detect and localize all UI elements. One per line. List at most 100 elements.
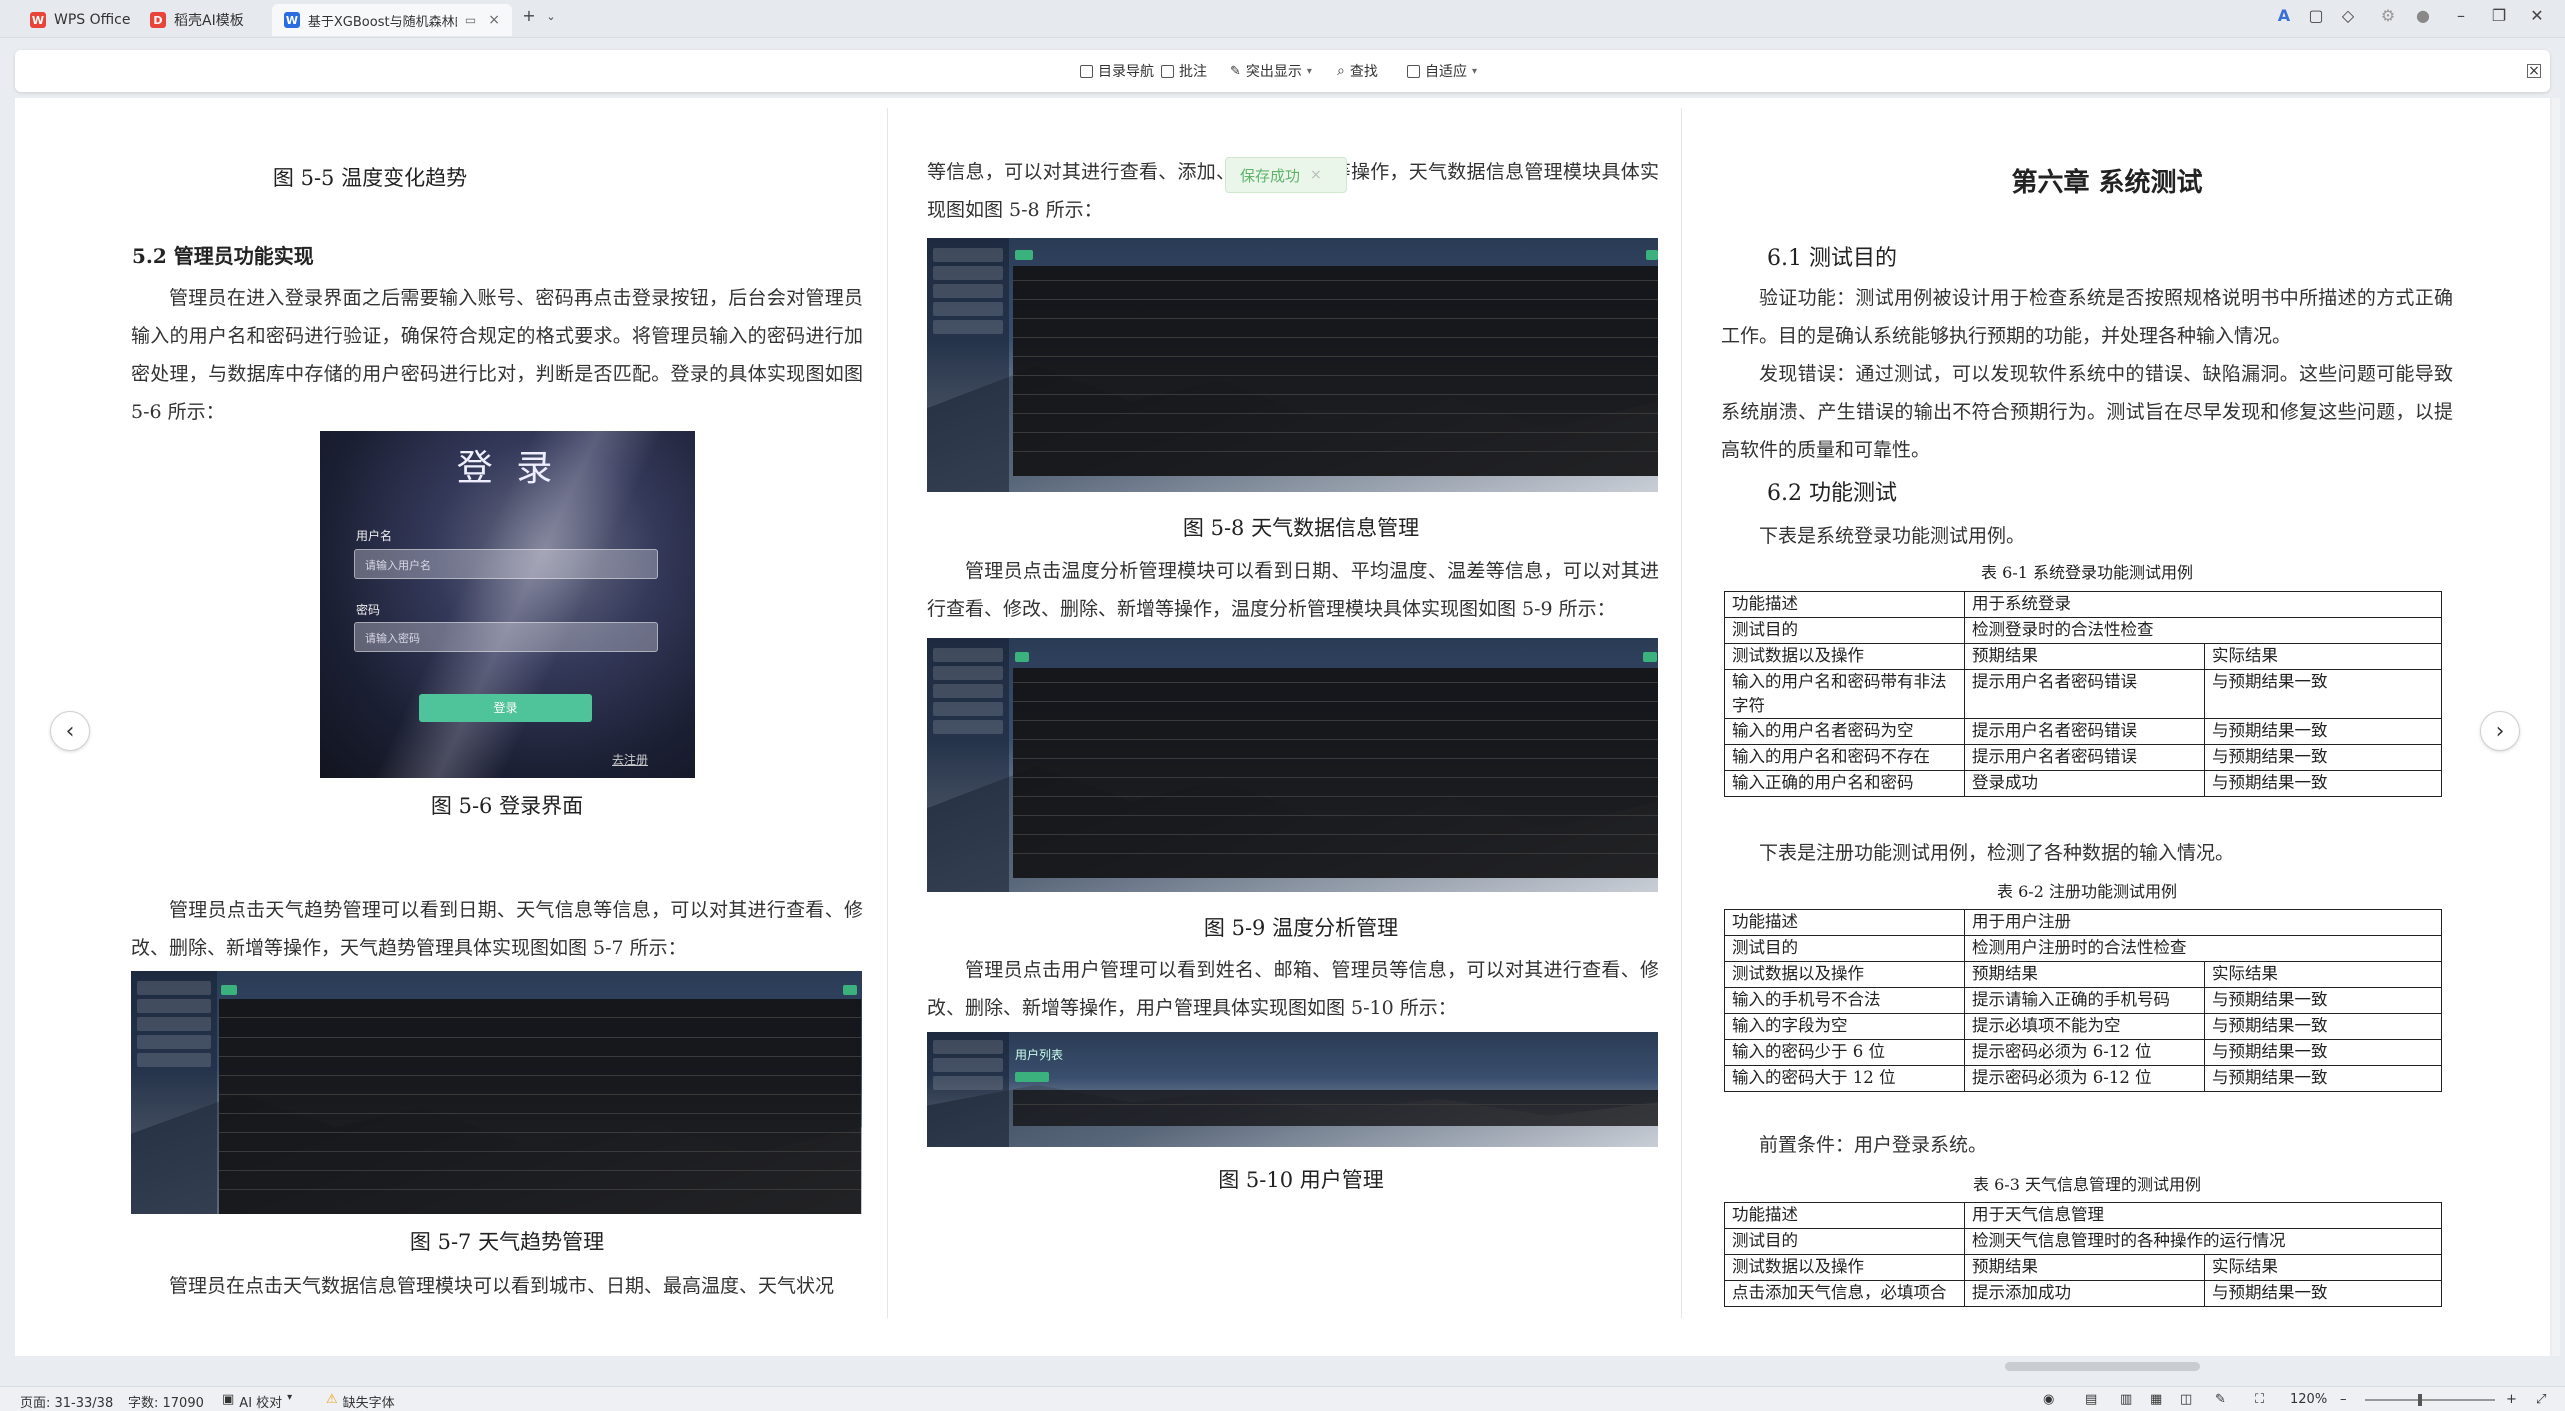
table-cell: 与预期结果一致 — [2204, 770, 2442, 797]
ai-check-button[interactable]: ▣ AI 校对 ▾ — [222, 1392, 292, 1411]
username-input[interactable]: 请输入用户名 — [354, 549, 658, 579]
toast-text: 保存成功 — [1240, 166, 1301, 185]
table-row: 输入的密码大于 12 位提示密码必须为 6-12 位与预期结果一致 — [1724, 1065, 2442, 1092]
table-row: 输入的用户名和密码带有非法字符 提示用户名者密码错误 与预期结果一致 — [1724, 669, 2442, 719]
expand-icon[interactable]: ⤢ — [2536, 1392, 2546, 1407]
page-indicator[interactable]: 页面: 31-33/38 — [20, 1392, 113, 1411]
zoom-slider-handle[interactable] — [2418, 1394, 2422, 1406]
tab-current-document[interactable]: W 基于XGBoost与随机森林的... ▭ × — [272, 4, 512, 36]
table-cell: 功能描述 — [1724, 1202, 1965, 1229]
username-label: 用户名 — [356, 529, 393, 543]
avatar[interactable]: ● — [2410, 6, 2436, 25]
web-view-icon[interactable]: ◫ — [2180, 1392, 2192, 1407]
table-cell: 测试目的 — [1724, 617, 1965, 644]
exit-reading-icon[interactable]: × — [2527, 64, 2541, 78]
table-row: 输入的密码少于 6 位提示密码必须为 6-12 位与预期结果一致 — [1724, 1039, 2442, 1066]
data-table — [219, 999, 861, 1214]
reading-toolbar: 目录导航 批注 ✎ 突出显示 ▾ ⌕ 查找 自适应 ▾ × — [15, 50, 2550, 92]
paragraph: 验证功能：测试用例被设计用于检查系统是否按照规格说明书中所描述的方式正确工作。目… — [1721, 287, 2453, 347]
paragraph: 发现错误：通过测试，可以发现软件系统中的错误、缺陷漏洞。这些问题可能导致系统崩溃… — [1721, 363, 2453, 461]
table-row: 测试目的 检测天气信息管理时的各种操作的运行情况 — [1724, 1228, 2442, 1255]
horizontal-scrollbar[interactable] — [2005, 1362, 2200, 1371]
fullscreen-icon[interactable]: ⛶ — [2255, 1392, 2264, 1407]
admin-sidebar — [927, 638, 1009, 892]
zoom-slider[interactable] — [2365, 1399, 2495, 1401]
zoom-out-icon[interactable]: – — [2340, 1392, 2347, 1407]
search-icon: ⌕ — [1337, 63, 1345, 79]
table-cell: 输入的用户名和密码带有非法字符 — [1724, 669, 1965, 719]
search-button[interactable] — [1643, 652, 1657, 662]
search-button[interactable] — [1646, 250, 1658, 260]
window-layout-icon[interactable]: ▢ — [2303, 6, 2329, 25]
password-input[interactable]: 请输入密码 — [354, 622, 658, 652]
add-button[interactable] — [221, 985, 237, 995]
table-cell: 用于用户注册 — [1964, 909, 2442, 936]
table-row: 测试数据以及操作 预期结果 实际结果 — [1724, 643, 2442, 670]
toc-nav-button[interactable]: 目录导航 — [1080, 61, 1154, 81]
vertical-scrollbar[interactable] — [2552, 98, 2560, 1356]
pen-icon[interactable]: ✎ — [2215, 1392, 2226, 1407]
ai-icon[interactable]: A — [2271, 6, 2297, 25]
paragraph: 下表是注册功能测试用例，检测了各种数据的输入情况。 — [1759, 842, 2235, 864]
search-button[interactable] — [843, 985, 857, 995]
table-cell: 检测天气信息管理时的各种操作的运行情况 — [1964, 1228, 2442, 1255]
close-window-icon[interactable]: ✕ — [2524, 6, 2550, 25]
add-button[interactable] — [1015, 250, 1033, 260]
find-button[interactable]: ⌕ 查找 — [1337, 61, 1378, 81]
login-button[interactable]: 登录 — [419, 694, 592, 722]
tab-docer-templates[interactable]: D 稻壳AI模板 — [138, 4, 256, 36]
table-cell: 输入的密码少于 6 位 — [1724, 1039, 1965, 1066]
admin-sidebar — [927, 238, 1009, 492]
save-success-toast: 保存成功 × — [1225, 157, 1347, 193]
title-bar: W WPS Office D 稻壳AI模板 W 基于XGBoost与随机森林的.… — [0, 0, 2565, 38]
word-count[interactable]: 字数: 17090 — [128, 1392, 204, 1411]
table-cell: 与预期结果一致 — [2204, 669, 2442, 719]
tab-list-chevron-icon[interactable]: ⌄ — [538, 10, 564, 23]
fit-button[interactable]: 自适应 ▾ — [1407, 61, 1477, 81]
missing-font-button[interactable]: ⚠ 缺失字体 — [326, 1392, 395, 1411]
layout-view-icon[interactable]: ▥ — [2120, 1392, 2132, 1407]
tab-wps-office[interactable]: W WPS Office — [18, 4, 143, 36]
table-cell: 输入的用户名和密码不存在 — [1724, 744, 1965, 771]
page-fit-icon — [1407, 64, 1420, 78]
paragraph: 下表是系统登录功能测试用例。 — [1759, 525, 2026, 547]
close-toast-icon[interactable]: × — [1310, 167, 1322, 183]
close-tab-icon[interactable]: × — [488, 12, 500, 28]
data-table — [1013, 668, 1658, 878]
settings-icon[interactable]: ⚙ — [2375, 6, 2401, 25]
register-link[interactable]: 去注册 — [612, 751, 648, 768]
login-screenshot: 登 录 用户名 请输入用户名 密码 请输入密码 登录 去注册 — [320, 431, 695, 778]
paragraph: 管理员在点击天气数据信息管理模块可以看到城市、日期、最高温度、天气状况 — [169, 1275, 835, 1297]
comment-label: 批注 — [1179, 64, 1207, 80]
highlight-label: 突出显示 — [1245, 64, 1302, 80]
table-row: 测试数据以及操作 预期结果 实际结果 — [1724, 961, 2442, 988]
add-user-button[interactable] — [1015, 1072, 1049, 1082]
table-cell: 用于天气信息管理 — [1964, 1202, 2442, 1229]
next-page-button[interactable]: › — [2480, 711, 2520, 751]
page-view-icon[interactable]: ▤ — [2085, 1392, 2097, 1407]
zoom-level[interactable]: 120% — [2290, 1392, 2327, 1407]
reading-view-icon[interactable]: ▦ — [2150, 1392, 2162, 1407]
weather-info-test-table: 功能描述 用于天气信息管理 测试目的 检测天气信息管理时的各种操作的运行情况 测试数… — [1724, 1202, 2442, 1307]
table-cell: 实际结果 — [2204, 1254, 2442, 1281]
zoom-in-icon[interactable]: + — [2506, 1392, 2517, 1407]
table-cell: 输入的密码大于 12 位 — [1724, 1065, 1965, 1092]
password-label: 密码 — [356, 603, 381, 617]
table-cell: 输入的手机号不合法 — [1724, 987, 1965, 1014]
weather-data-screenshot — [927, 238, 1658, 492]
comment-button[interactable]: 批注 — [1161, 61, 1207, 81]
eye-icon[interactable]: ◉ — [2043, 1392, 2054, 1407]
add-button[interactable] — [1015, 652, 1029, 662]
wps-logo-icon: W — [30, 12, 46, 28]
table-cell: 提示添加成功 — [1964, 1280, 2205, 1307]
table-cell: 提示请输入正确的手机号码 — [1964, 987, 2205, 1014]
cube-icon[interactable]: ◇ — [2335, 6, 2361, 25]
weather-trend-screenshot — [131, 971, 862, 1214]
tab-label: 稻壳AI模板 — [174, 13, 244, 29]
prev-page-button[interactable]: ‹ — [50, 711, 90, 751]
highlight-button[interactable]: ✎ 突出显示 ▾ — [1230, 61, 1312, 81]
screen-icon[interactable]: ▭ — [465, 13, 476, 27]
register-test-table: 功能描述 用于用户注册 测试目的 检测用户注册时的合法性检查 测试数据以及操作 预期结… — [1724, 909, 2442, 1092]
minimize-icon[interactable]: – — [2448, 6, 2474, 25]
restore-icon[interactable]: ❐ — [2486, 6, 2512, 25]
